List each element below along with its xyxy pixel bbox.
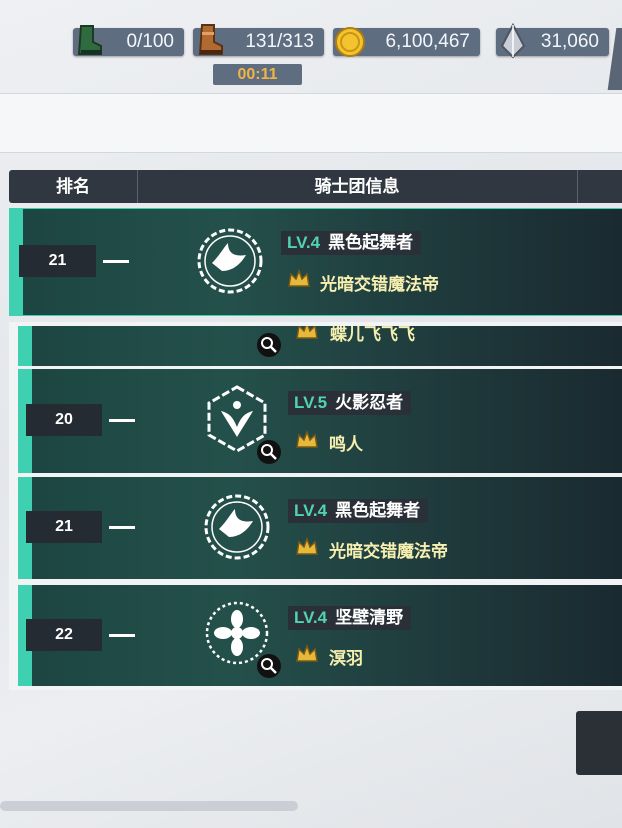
rank-number: 20: [26, 404, 102, 436]
crown-icon: [296, 643, 318, 662]
rank-number: 21: [19, 245, 96, 277]
stamina-green-counter[interactable]: 0/100: [73, 25, 184, 56]
rank-number: 21: [26, 511, 102, 543]
rank-change-dash: [103, 260, 129, 263]
horizontal-scrollbar[interactable]: [0, 801, 298, 811]
guild-level-name: LV.5 火影忍者: [288, 391, 412, 415]
crystal-counter[interactable]: 31,060: [496, 22, 609, 59]
top-band: [0, 93, 622, 153]
leader-name: 溟羽: [329, 649, 363, 668]
crown-icon: [296, 536, 318, 555]
guild-level-name: LV.4 黑色起舞者: [281, 231, 422, 255]
side-tab[interactable]: [607, 28, 622, 90]
side-action-button[interactable]: [576, 711, 622, 775]
stamina-brown-counter[interactable]: 131/313: [193, 24, 324, 56]
leader-name: 鸣人: [329, 435, 363, 454]
silver-crystal-icon: [500, 22, 526, 59]
crown-icon: [288, 268, 310, 287]
table-header: 排名 骑士团信息: [9, 170, 622, 203]
dove-emblem-icon: [204, 494, 270, 560]
crown-icon: [296, 326, 318, 339]
guild-row[interactable]: 20 LV.5 火影忍者 鸣人: [18, 369, 622, 473]
leader-name: 蝶儿飞飞飞: [330, 326, 415, 344]
leader-name: 光暗交错魔法帝: [329, 542, 448, 561]
header-guild-info: 骑士团信息: [137, 170, 578, 203]
partial-guild-row[interactable]: 蝶儿飞飞飞: [18, 326, 622, 366]
gold-coin-icon: [335, 27, 365, 57]
gold-counter[interactable]: 6,100,467: [333, 27, 480, 57]
magnifier-icon[interactable]: [256, 332, 282, 358]
guild-row[interactable]: 22 LV.4 坚壁清野 溟羽: [18, 585, 622, 686]
rank-change-dash: [109, 419, 135, 422]
guild-level-name: LV.4 坚壁清野: [288, 606, 412, 630]
rank-change-dash: [109, 634, 135, 637]
countdown-timer: 00:11: [213, 64, 302, 85]
leader-name: 光暗交错魔法帝: [320, 275, 439, 294]
header-rank: 排名: [9, 170, 138, 203]
green-boot-icon: [77, 25, 102, 55]
magnifier-icon[interactable]: [256, 439, 282, 465]
rank-number: 22: [26, 619, 102, 651]
brown-boot-icon: [198, 24, 223, 55]
guild-row[interactable]: 21 LV.4 黑色起舞者 光暗交错魔法帝: [18, 477, 622, 579]
magnifier-icon[interactable]: [256, 653, 282, 679]
guild-level-name: LV.4 黑色起舞者: [288, 499, 429, 523]
rank-change-dash: [109, 526, 135, 529]
my-guild-row[interactable]: 21 LV.4 黑色起舞者 光暗交错魔法帝: [9, 208, 622, 316]
dove-emblem-icon: [197, 228, 263, 294]
crown-icon: [296, 429, 318, 448]
